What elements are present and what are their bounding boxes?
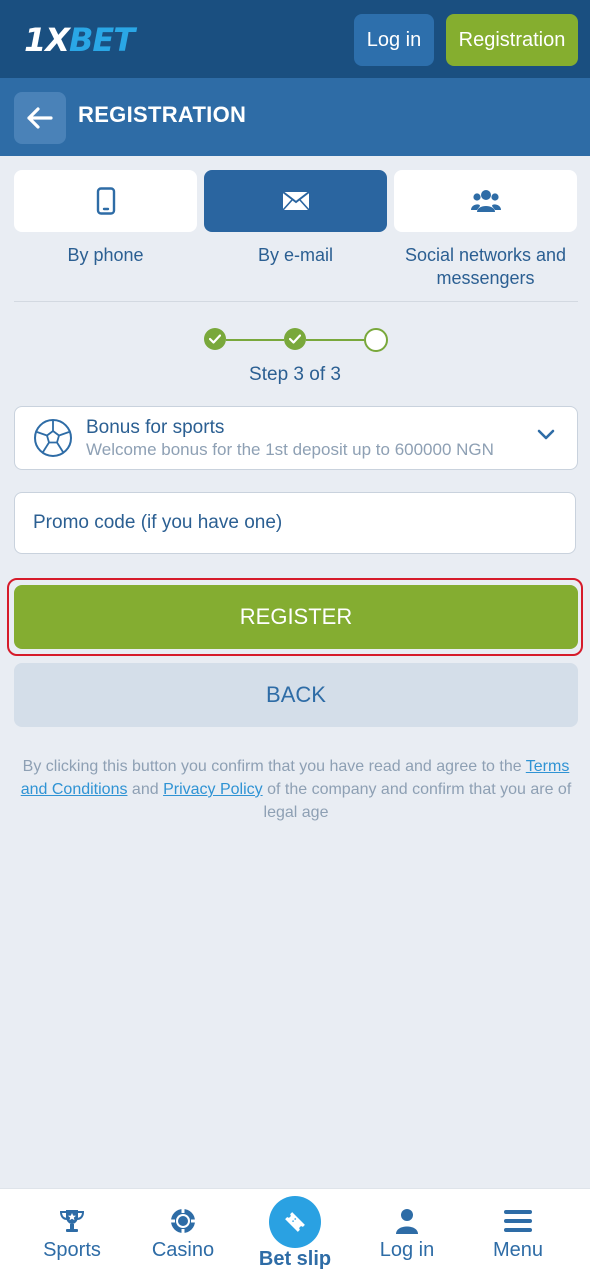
- tab-social-networks[interactable]: [394, 170, 577, 232]
- nav-sports[interactable]: Sports: [16, 1189, 128, 1281]
- phone-icon: [96, 187, 115, 215]
- users-icon: [470, 190, 501, 212]
- back-arrow-button[interactable]: [14, 92, 66, 144]
- nav-login[interactable]: Log in: [351, 1189, 463, 1281]
- top-bar: 1XBET Log in Registration: [0, 0, 590, 78]
- bonus-subtitle: Welcome bonus for the 1st deposit up to …: [86, 440, 494, 459]
- step-3-current: [364, 328, 388, 352]
- terms-text-middle: and: [127, 781, 164, 798]
- hamburger-menu-icon: [504, 1210, 532, 1232]
- check-icon: [289, 334, 301, 344]
- chevron-down-icon: [537, 429, 555, 440]
- user-icon: [396, 1209, 418, 1234]
- logo-text-bet: BET: [68, 21, 135, 59]
- step-1-complete: [204, 328, 226, 350]
- soccer-ball-icon: [34, 419, 72, 457]
- registration-button[interactable]: Registration: [446, 14, 578, 66]
- step-counter: Step 3 of 3: [249, 364, 341, 385]
- page-header: REGISTRATION: [0, 78, 590, 156]
- bonus-title: Bonus for sports: [86, 417, 225, 438]
- tab-label-social: Social networks and messengers: [404, 245, 567, 288]
- bonus-select[interactable]: Bonus for sports Welcome bonus for the 1…: [14, 406, 578, 470]
- nav-label-login: Log in: [379, 1239, 435, 1261]
- nav-casino[interactable]: Casino: [127, 1189, 239, 1281]
- check-icon: [209, 334, 221, 344]
- step-2-complete: [284, 328, 306, 350]
- envelope-icon: [281, 191, 310, 211]
- brand-logo[interactable]: 1XBET: [24, 20, 135, 60]
- nav-label-casino: Casino: [151, 1239, 215, 1261]
- divider: [14, 301, 578, 302]
- back-button[interactable]: BACK: [14, 663, 578, 727]
- promo-code-input[interactable]: [14, 492, 576, 554]
- terms-text-before: By clicking this button you confirm that…: [22, 758, 526, 775]
- step-connector: [226, 339, 284, 341]
- tab-by-phone[interactable]: [14, 170, 197, 232]
- nav-menu[interactable]: Menu: [462, 1189, 574, 1281]
- login-button[interactable]: Log in: [354, 14, 434, 66]
- terms-text-after: of the company and confirm that you are …: [262, 781, 572, 821]
- nav-label-menu: Menu: [492, 1239, 544, 1261]
- bet-slip-button[interactable]: [269, 1196, 321, 1248]
- tab-label-email: By e-mail: [257, 245, 333, 265]
- step-connector: [306, 339, 364, 341]
- ticket-icon: [285, 1212, 305, 1232]
- privacy-policy-link[interactable]: Privacy Policy: [163, 781, 263, 798]
- tab-by-email[interactable]: [204, 170, 387, 232]
- page-title: REGISTRATION: [78, 102, 247, 127]
- logo-text-1x: 1X: [24, 21, 70, 59]
- nav-label-sports: Sports: [43, 1239, 101, 1261]
- arrow-left-icon: [27, 107, 53, 129]
- register-button[interactable]: REGISTER: [14, 585, 578, 649]
- terms-notice: By clicking this button you confirm that…: [14, 755, 578, 824]
- casino-chip-icon: [171, 1209, 195, 1233]
- step-progress: [204, 328, 388, 352]
- tab-label-phone: By phone: [67, 245, 144, 265]
- nav-label-bet-slip: Bet slip: [258, 1248, 332, 1270]
- trophy-icon: [59, 1210, 85, 1232]
